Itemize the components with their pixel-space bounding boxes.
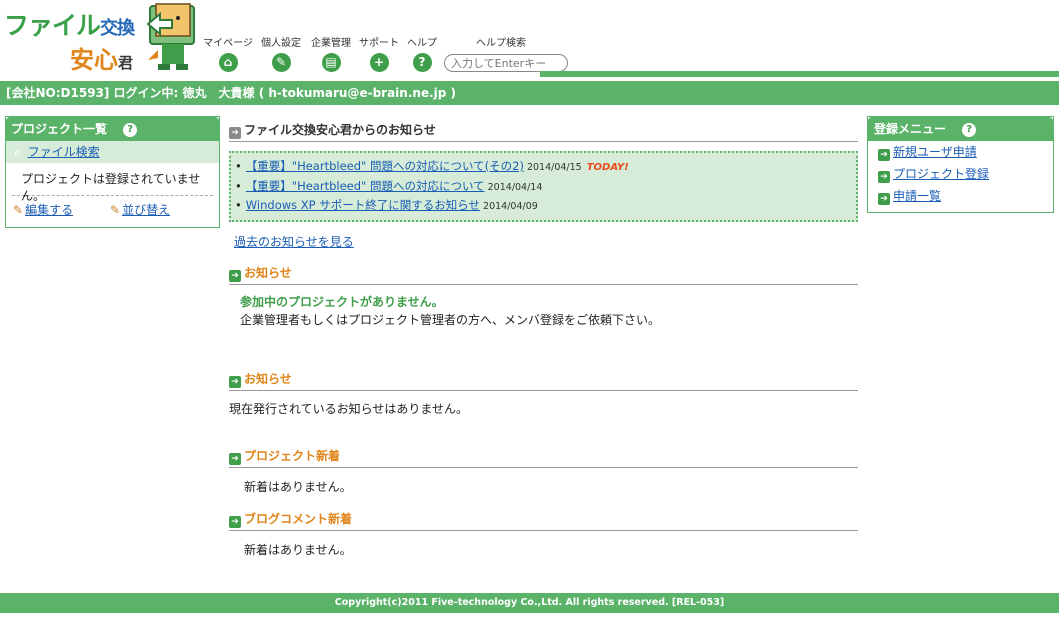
user-settings-icon[interactable]: ✎: [271, 53, 291, 72]
section-title-notice-1: ➔ お知らせ: [229, 263, 858, 285]
file-search-row: ⌕ ファイル検索: [6, 141, 219, 163]
help-icon[interactable]: ?: [123, 123, 138, 137]
nav-support-label: サポート: [359, 38, 399, 49]
help-search: ヘルプ検索: [444, 34, 568, 72]
registration-menu-panel: 登録メニュー ? ➔ 新規ユーザ申請 ➔ プロジェクト登録 ➔ 申請一覧: [867, 116, 1054, 213]
news-date: 2014/04/15: [526, 162, 582, 173]
nav-support[interactable]: サポート +: [359, 34, 399, 72]
logo[interactable]: ファイル交換 安心君: [4, 2, 200, 74]
arrow-right-icon: ➔: [878, 171, 890, 183]
header-divider: [540, 71, 1059, 77]
header: ファイル交換 安心君 マイページ ⌂ 個人設定 ✎ 企業管理 ▤ サポート +: [0, 0, 1059, 77]
request-list-link[interactable]: 申請一覧: [893, 189, 941, 203]
news-section-title: ➔ ファイル交換安心君からのお知らせ: [229, 120, 858, 142]
arrow-right-icon: ➔: [229, 270, 241, 282]
pencil-icon: ✎: [13, 203, 24, 217]
news-item: • Windows XP サポート終了に関するお知らせ 2014/04/09: [235, 198, 538, 212]
search-icon: ⌕: [14, 145, 21, 159]
project-list-panel: プロジェクト一覧 ? ⌕ ファイル検索 プロジェクトは登録されていません。 ✎ 編…: [5, 116, 220, 228]
arrow-right-icon: ➔: [229, 376, 241, 388]
news-item: • 【重要】"Heartbleed" 問題への対応について(その2) 2014/04…: [235, 159, 629, 173]
menu-item-request-list[interactable]: ➔ 申請一覧: [868, 185, 1053, 207]
section-title-notice-2: ➔ お知らせ: [229, 369, 858, 391]
news-date: 2014/04/09: [483, 201, 538, 212]
mascot-icon: [146, 3, 195, 70]
project-register-link[interactable]: プロジェクト登録: [893, 167, 989, 181]
arrow-right-icon: ➔: [229, 127, 241, 139]
registration-menu-header: 登録メニュー ?: [868, 117, 1053, 141]
news-item: • 【重要】"Heartbleed" 問題への対応について 2014/04/14: [235, 178, 543, 193]
news-date: 2014/04/14: [487, 181, 543, 193]
blog-comments-text: 新着はありません。: [244, 543, 352, 557]
news-link[interactable]: 【重要】"Heartbleed" 問題への対応について: [246, 179, 485, 193]
project-actions: ✎ 編集する ✎ 並び替え: [6, 196, 219, 222]
login-status-text: [会社NO:D1593] ログイン中: 徳丸 大貴様 ( h-tokumaru@…: [6, 86, 457, 100]
nav-company-admin-label: 企業管理: [311, 38, 351, 49]
footer: Copyright(c)2011 Five-technology Co.,Ltd…: [0, 593, 1059, 613]
logo-line1: ファイル交換: [4, 11, 135, 40]
company-doc-icon[interactable]: ▤: [321, 53, 341, 72]
logo-line2: 安心君: [70, 46, 134, 74]
nav-personal-settings-label: 個人設定: [261, 38, 301, 49]
notice-1-body: 参加中のプロジェクトがありません。 企業管理者もしくはプロジェクト管理者の方へ、…: [229, 285, 858, 329]
no-project-message: 参加中のプロジェクトがありません。: [240, 295, 444, 309]
help-search-input[interactable]: [444, 54, 568, 72]
home-icon[interactable]: ⌂: [218, 53, 238, 72]
project-empty-message: プロジェクトは登録されていません。: [21, 172, 201, 203]
pencil-icon: ✎: [110, 203, 121, 217]
section-title-project-news: ➔ プロジェクト新着: [229, 446, 858, 468]
login-status-bar: [会社NO:D1593] ログイン中: 徳丸 大貴様 ( h-tokumaru@…: [0, 81, 1059, 105]
arrow-right-icon: ➔: [878, 193, 890, 205]
today-badge: TODAY!: [586, 162, 629, 173]
nav-mypage[interactable]: マイページ ⌂: [203, 34, 253, 72]
new-user-link[interactable]: 新規ユーザ申請: [893, 145, 977, 159]
nav-company-admin[interactable]: 企業管理 ▤: [309, 34, 353, 72]
project-news-text: 新着はありません。: [244, 480, 352, 494]
section-title-blog-comments: ➔ ブログコメント新着: [229, 509, 858, 531]
arrow-right-icon: ➔: [229, 516, 241, 528]
nav-personal-settings[interactable]: 個人設定 ✎: [259, 34, 303, 72]
notice-2-text: 現在発行されているお知らせはありません。: [229, 402, 469, 416]
nav-mypage-label: マイページ: [203, 38, 253, 49]
menu-item-new-user[interactable]: ➔ 新規ユーザ申請: [868, 141, 1053, 163]
news-link[interactable]: 【重要】"Heartbleed" 問題への対応について(その2): [246, 159, 524, 173]
help-search-label: ヘルプ検索: [476, 38, 526, 49]
news-link[interactable]: Windows XP サポート終了に関するお知らせ: [246, 198, 480, 212]
file-search-link[interactable]: ファイル検索: [28, 145, 100, 159]
past-news-link[interactable]: 過去のお知らせを見る: [234, 233, 354, 250]
registration-menu-title: 登録メニュー: [874, 122, 947, 136]
arrow-right-icon: ➔: [229, 453, 241, 465]
project-list-header: プロジェクト一覧 ?: [6, 117, 219, 141]
sort-link[interactable]: 並び替え: [122, 203, 170, 217]
project-list-title: プロジェクト一覧: [11, 122, 108, 136]
support-plus-icon[interactable]: +: [369, 53, 389, 72]
no-project-instruction: 企業管理者もしくはプロジェクト管理者の方へ、メンバ登録をご依頼下さい。: [240, 313, 661, 327]
main-content: ➔ ファイル交換安心君からのお知らせ • 【重要】"Heartbleed" 問題への…: [229, 120, 858, 558]
help-icon[interactable]: ?: [962, 123, 977, 137]
arrow-right-icon: ➔: [878, 149, 890, 161]
edit-link[interactable]: 編集する: [25, 203, 73, 217]
copyright-text: Copyright(c)2011 Five-technology Co.,Ltd…: [334, 597, 725, 608]
news-list: • 【重要】"Heartbleed" 問題への対応について(その2) 2014/04…: [229, 151, 858, 222]
help-icon[interactable]: ?: [412, 53, 432, 72]
menu-item-project-register[interactable]: ➔ プロジェクト登録: [868, 163, 1053, 185]
